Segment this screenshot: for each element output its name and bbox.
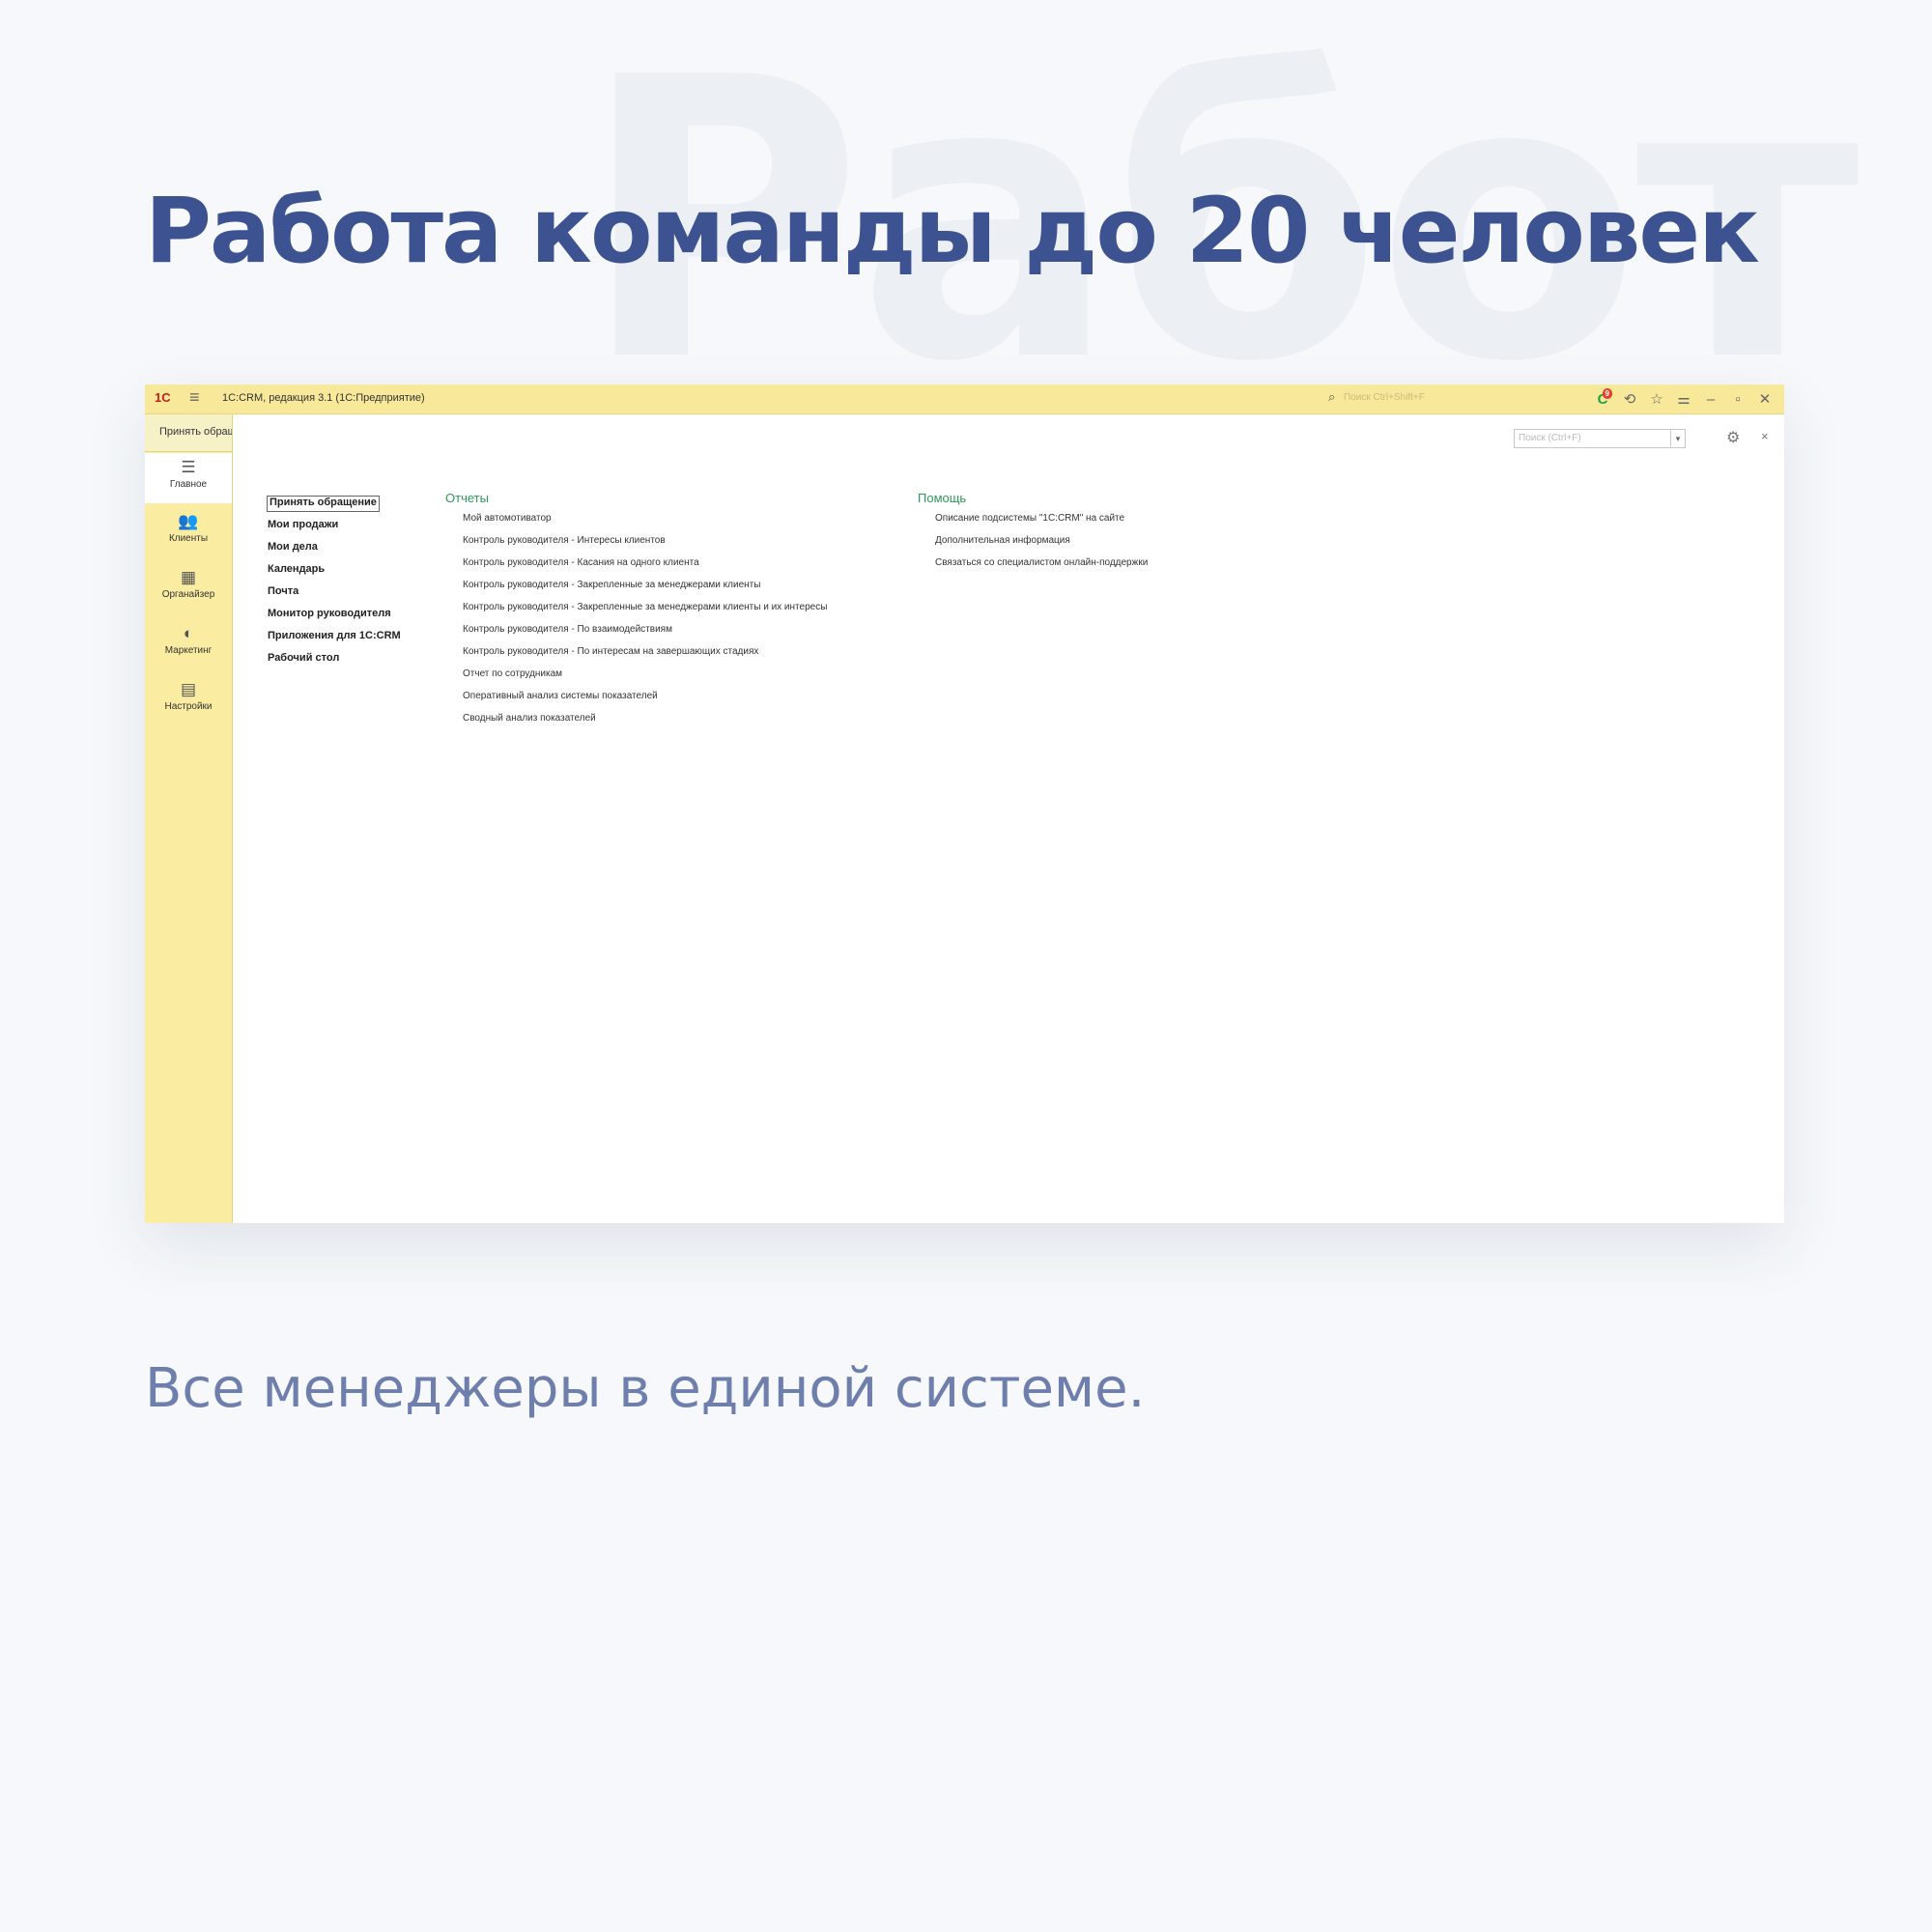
page-title: Работа команды до 20 человек <box>145 179 1760 284</box>
minimize-icon[interactable]: – <box>1697 391 1724 408</box>
report-link[interactable]: Контроль руководителя - По интересам на … <box>445 646 827 668</box>
app-title: 1С:CRM, редакция 3.1 (1С:Предприятие) <box>222 392 425 404</box>
sidebar-item-main[interactable]: ☰ Главное <box>145 453 232 503</box>
content-search-input[interactable]: Поиск (Ctrl+F) ▾ <box>1514 429 1686 448</box>
sidebar-item-organizer[interactable]: ▦ Органайзер <box>145 563 232 613</box>
titlebar-actions: C9 ⟲ ☆ ⚌ – ▫ ✕ <box>1589 387 1778 411</box>
history-icon[interactable]: ⟲ <box>1616 390 1643 408</box>
chevron-down-icon[interactable]: ▾ <box>1670 430 1685 447</box>
nav-item[interactable]: Почта <box>268 585 401 608</box>
gear-icon[interactable]: ⚙ <box>1726 428 1740 447</box>
help-link[interactable]: Дополнительная информация <box>918 535 1148 557</box>
subtitle: Все менеджеры в единой системе. <box>145 1357 1146 1420</box>
report-link[interactable]: Контроль руководителя - Закрепленные за … <box>445 602 827 624</box>
content-search-placeholder: Поиск (Ctrl+F) <box>1519 433 1581 443</box>
close-window-icon[interactable]: ✕ <box>1751 390 1778 408</box>
filter-icon[interactable]: ⚌ <box>1670 390 1697 408</box>
report-link[interactable]: Контроль руководителя - Касания на одног… <box>445 557 827 580</box>
main-navigation-list: Принять обращение Мои продажи Мои дела К… <box>267 493 401 674</box>
report-link[interactable]: Мой автомотиватор <box>445 513 827 535</box>
report-link[interactable]: Сводный анализ показателей <box>445 713 827 735</box>
report-link[interactable]: Отчет по сотрудникам <box>445 668 827 691</box>
window-titlebar: 1С ≡ 1С:CRM, редакция 3.1 (1С:Предприяти… <box>145 384 1784 414</box>
search-icon: ⌕ <box>1328 389 1336 404</box>
accept-request-button[interactable]: Принять обращение <box>145 414 232 452</box>
favorites-star-icon[interactable]: ☆ <box>1643 390 1670 408</box>
nav-item[interactable]: Мои дела <box>268 541 401 563</box>
marketing-icon: ◐ <box>183 624 194 642</box>
nav-item[interactable]: Монитор руководителя <box>268 608 401 630</box>
global-search-placeholder: Поиск Ctrl+Shift+F <box>1344 392 1425 403</box>
sidebar-item-marketing[interactable]: ◐ Маркетинг <box>145 619 232 669</box>
sidebar-item-settings[interactable]: ▤ Настройки <box>145 675 232 725</box>
report-link[interactable]: Оперативный анализ системы показателей <box>445 691 827 713</box>
help-link[interactable]: Связаться со специалистом онлайн-поддерж… <box>918 557 1148 580</box>
nav-item-accept-request[interactable]: Принять обращение <box>267 496 380 512</box>
notifications-icon[interactable]: C9 <box>1589 387 1616 408</box>
menu-list-icon: ☰ <box>181 458 196 476</box>
sidebar-item-clients[interactable]: 👥 Клиенты <box>145 507 232 557</box>
app-window-screenshot: 1С ≡ 1С:CRM, редакция 3.1 (1С:Предприяти… <box>145 384 1784 1223</box>
global-search-input[interactable]: ⌕ Поиск Ctrl+Shift+F <box>1328 389 1521 407</box>
reports-header: Отчеты <box>445 491 489 505</box>
calendar-icon: ▦ <box>180 568 197 586</box>
settings-grid-icon: ▤ <box>180 680 197 698</box>
nav-item[interactable]: Календарь <box>268 563 401 585</box>
users-icon: 👥 <box>178 512 199 530</box>
help-section: Помощь Описание подсистемы "1С:CRM" на с… <box>918 491 1148 580</box>
close-icon[interactable]: × <box>1761 429 1769 443</box>
notification-badge: 9 <box>1602 387 1612 399</box>
report-link[interactable]: Контроль руководителя - Закрепленные за … <box>445 580 827 602</box>
help-header: Помощь <box>918 491 967 505</box>
hamburger-menu-icon[interactable]: ≡ <box>189 387 200 408</box>
sections-sidebar: Принять обращение ☰ Главное 👥 Клиенты ▦ … <box>145 414 233 1223</box>
report-link[interactable]: Контроль руководителя - По взаимодействи… <box>445 624 827 646</box>
nav-item[interactable]: Рабочий стол <box>268 652 401 674</box>
1c-logo-icon: 1С <box>155 390 171 405</box>
report-link[interactable]: Контроль руководителя - Интересы клиенто… <box>445 535 827 557</box>
help-link[interactable]: Описание подсистемы "1С:CRM" на сайте <box>918 513 1148 535</box>
nav-item[interactable]: Приложения для 1С:CRM <box>268 630 401 652</box>
restore-icon[interactable]: ▫ <box>1724 391 1751 408</box>
reports-section: Отчеты Мой автомотиватор Контроль руково… <box>445 491 827 735</box>
nav-item[interactable]: Мои продажи <box>268 519 401 541</box>
